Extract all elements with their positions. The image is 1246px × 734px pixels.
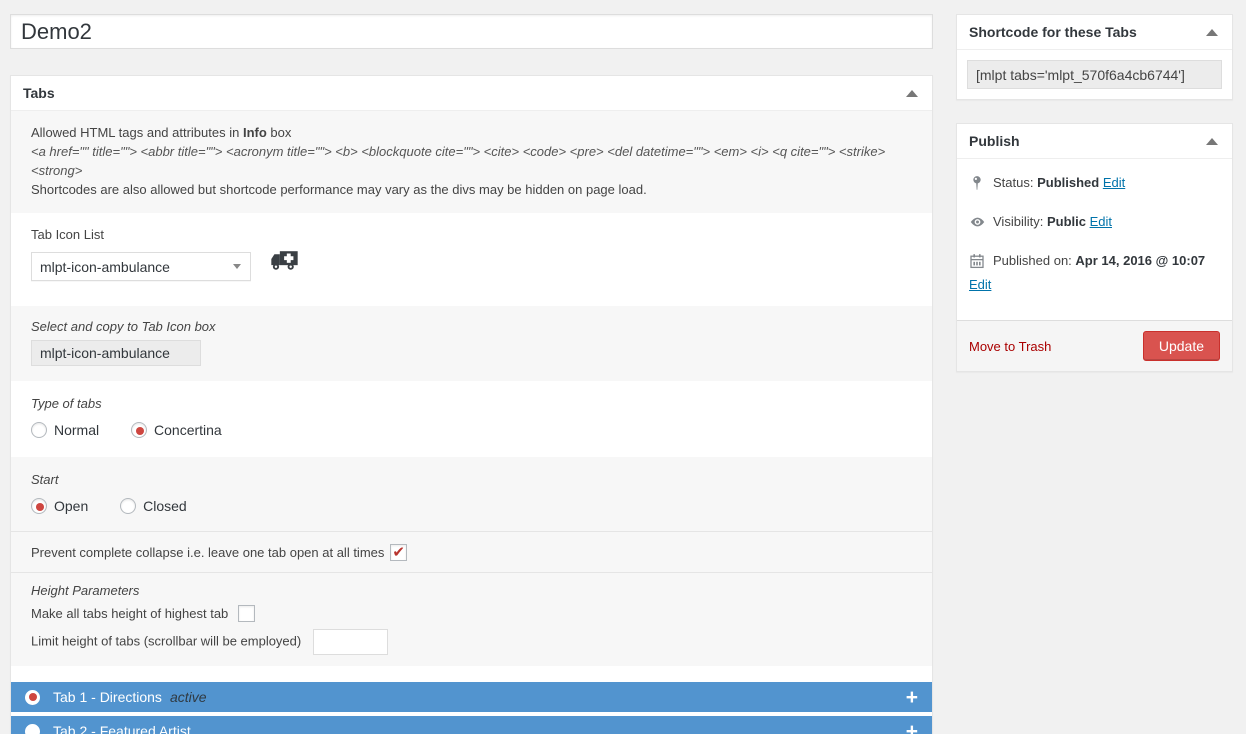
tab-icon-list-label: Tab Icon List: [31, 227, 104, 242]
radio-open-circle[interactable]: [31, 498, 47, 514]
tab-row-1[interactable]: Tab 1 - Directions active +: [11, 682, 932, 712]
post-title-input[interactable]: [10, 14, 933, 49]
radio-open[interactable]: Open: [31, 498, 88, 514]
icon-copy-input[interactable]: [31, 340, 201, 366]
tab-1-radio[interactable]: [25, 689, 40, 705]
type-of-tabs-label: Type of tabs: [31, 396, 102, 411]
visibility-value: Public: [1046, 214, 1086, 229]
tab-row-2[interactable]: Tab 2 - Featured Artist +: [11, 716, 932, 734]
radio-normal[interactable]: Normal: [31, 422, 99, 438]
allowed-tags-list: <a href="" title=""> <abbr title=""> <ac…: [31, 144, 886, 178]
shortcode-metabox-title: Shortcode for these Tabs: [969, 24, 1137, 40]
tab-1-status: active: [169, 689, 207, 705]
wp-admin-edit-screen: Tabs Allowed HTML tags and attributes in…: [0, 0, 1246, 734]
collapse-arrow-icon[interactable]: [906, 90, 918, 97]
icon-copy-section: Select and copy to Tab Icon box: [11, 306, 932, 381]
tabs-metabox: Tabs Allowed HTML tags and attributes in…: [10, 75, 933, 734]
status-row: Status: Published Edit: [969, 173, 1220, 197]
shortcode-metabox: Shortcode for these Tabs: [956, 14, 1233, 100]
height-params-section: Height Parameters Make all tabs height o…: [11, 572, 932, 666]
edit-status-link[interactable]: Edit: [1103, 175, 1125, 190]
limit-height-label: Limit height of tabs (scrollbar will be …: [31, 633, 302, 649]
prevent-collapse-checkbox[interactable]: [390, 543, 408, 561]
tab-2-radio[interactable]: [25, 723, 40, 734]
tab-icon-select-wrap: mlpt-icon-ambulance: [31, 252, 251, 281]
prevent-collapse-label: Prevent complete collapse i.e. leave one…: [31, 544, 385, 560]
publish-metabox-header[interactable]: Publish: [957, 124, 1232, 159]
make-all-tabs-label: Make all tabs height of highest tab: [31, 606, 229, 621]
sidebar: Shortcode for these Tabs Publish: [956, 14, 1233, 372]
shortcodes-note: Shortcodes are also allowed but shortcod…: [31, 182, 647, 197]
edit-published-on-link[interactable]: Edit: [969, 277, 991, 292]
collapse-arrow-icon[interactable]: [1206, 29, 1218, 36]
type-of-tabs-section: Type of tabs Normal Concertina: [11, 381, 932, 457]
tab-icon-list-section: Tab Icon List mlpt-icon-ambulance: [11, 213, 932, 306]
radio-closed-circle[interactable]: [120, 498, 137, 514]
radio-concertina-circle[interactable]: [131, 422, 148, 438]
collapse-arrow-icon[interactable]: [1206, 138, 1218, 145]
published-on-value: Apr 14, 2016 @ 10:07: [1075, 253, 1206, 268]
tab-2-title: Tab 2 - Featured Artist: [53, 723, 191, 734]
allowed-html-info: Allowed HTML tags and attributes in Info…: [11, 111, 932, 213]
tab-1-title: Tab 1 - Directions: [53, 689, 162, 705]
main-column: Tabs Allowed HTML tags and attributes in…: [10, 14, 933, 734]
status-value: Published: [1037, 175, 1100, 190]
visibility-eye-icon: [969, 214, 989, 236]
tabs-metabox-header[interactable]: Tabs: [11, 76, 932, 111]
calendar-icon: [969, 253, 989, 275]
shortcode-metabox-header[interactable]: Shortcode for these Tabs: [957, 15, 1232, 50]
allowed-html-line: Allowed HTML tags and attributes in Info…: [31, 125, 292, 140]
publish-metabox-title: Publish: [969, 133, 1020, 149]
tab-2-expand-plus-icon[interactable]: +: [906, 721, 918, 734]
bottom-gap: [11, 666, 932, 682]
tab-icon-select[interactable]: mlpt-icon-ambulance: [31, 252, 251, 281]
radio-closed[interactable]: Closed: [120, 498, 187, 514]
start-section: Start Open Closed: [11, 457, 932, 531]
radio-normal-circle[interactable]: [31, 422, 47, 438]
update-button[interactable]: Update: [1142, 331, 1220, 361]
published-on-row: Published on: Apr 14, 2016 @ 10:07 Edit: [969, 253, 1206, 292]
post-status-pin-icon: [969, 175, 989, 197]
ambulance-icon: [269, 248, 300, 276]
tabs-metabox-title: Tabs: [23, 85, 55, 101]
prevent-collapse-section: Prevent complete collapse i.e. leave one…: [11, 531, 932, 572]
tab-1-expand-plus-icon[interactable]: +: [906, 687, 918, 708]
publish-metabox: Publish Status: Published Edit Visibilit…: [956, 123, 1233, 372]
limit-height-input[interactable]: [312, 629, 388, 655]
radio-concertina[interactable]: Concertina: [131, 422, 222, 438]
make-all-tabs-checkbox[interactable]: [237, 605, 255, 622]
height-params-label: Height Parameters: [31, 583, 140, 598]
edit-visibility-link[interactable]: Edit: [1090, 214, 1112, 229]
shortcode-input[interactable]: [967, 60, 1222, 89]
move-to-trash-link[interactable]: Move to Trash: [969, 339, 1051, 354]
start-label: Start: [31, 472, 59, 487]
icon-copy-label: Select and copy to Tab Icon box: [31, 319, 216, 334]
visibility-row: Visibility: Public Edit: [969, 212, 1220, 236]
